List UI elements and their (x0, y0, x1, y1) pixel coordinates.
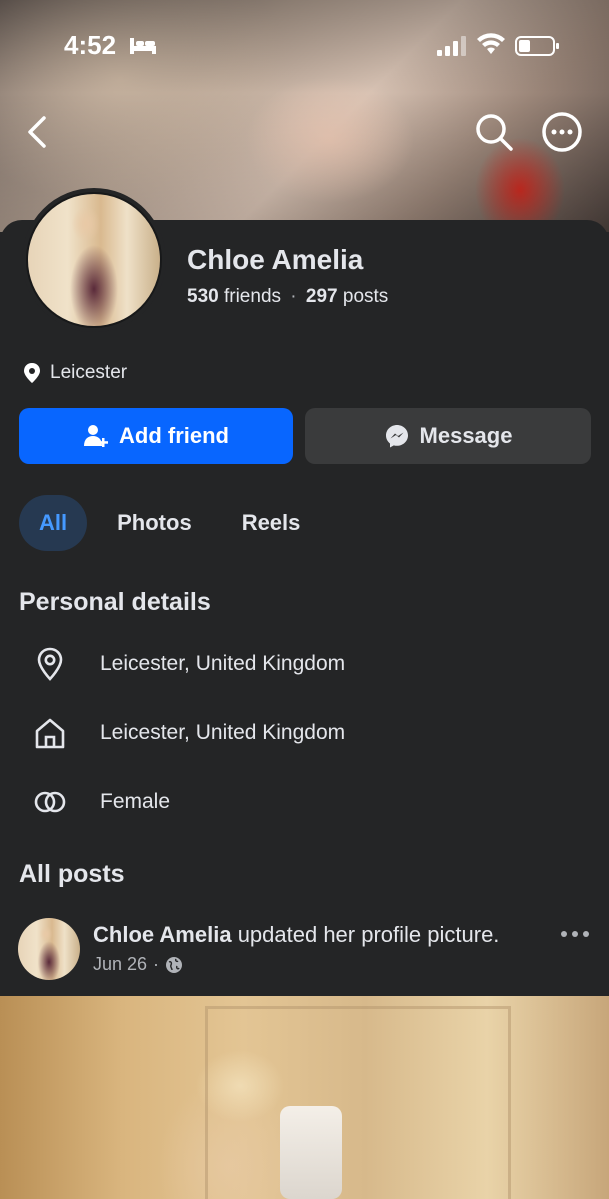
post-author-avatar[interactable] (18, 918, 80, 980)
avatar-image (28, 194, 160, 326)
location-pin-icon (24, 363, 40, 383)
post-photo[interactable] (0, 996, 609, 1199)
search-icon (476, 114, 513, 151)
post-header: Chloe Amelia updated her profile picture… (18, 918, 593, 982)
add-friend-icon (84, 425, 108, 447)
status-time: 4:52 (64, 30, 117, 60)
add-friend-button[interactable]: Add friend (19, 408, 293, 464)
stats-separator: · (290, 286, 297, 307)
battery-icon (515, 36, 559, 56)
profile-name: Chloe Amelia (187, 244, 364, 275)
wifi-icon (477, 33, 505, 54)
hometown-text: Leicester, United Kingdom (100, 721, 346, 744)
cellular-signal-icon (437, 36, 466, 56)
search-button[interactable] (472, 110, 516, 154)
back-button[interactable] (18, 110, 58, 154)
sleep-focus-icon (130, 38, 156, 54)
tab-all[interactable]: All (19, 495, 88, 551)
posts-count: 297 (305, 286, 338, 307)
more-horizontal-icon (542, 112, 582, 152)
location-text: Leicester (50, 362, 128, 383)
posts-label: posts (342, 286, 389, 307)
profile-location: Leicester (22, 362, 127, 384)
add-friend-label: Add friend (119, 423, 229, 448)
profile-picture[interactable] (22, 188, 166, 332)
friends-label[interactable]: friends (224, 286, 281, 307)
detail-current-city: Leicester, United Kingdom (30, 644, 345, 684)
tab-reels[interactable]: Reels (222, 495, 321, 551)
status-bar: 4:52 (0, 28, 609, 68)
home-icon (30, 713, 70, 753)
detail-hometown: Leicester, United Kingdom (30, 713, 345, 753)
all-posts-title: All posts (19, 860, 125, 888)
post-author-name[interactable]: Chloe Amelia (93, 922, 232, 947)
profile-panel: Chloe Amelia 530 friends · 297 posts Lei… (0, 188, 609, 996)
post-date[interactable]: Jun 26 (93, 954, 147, 975)
messenger-icon (385, 425, 408, 448)
location-pin-icon (30, 644, 70, 684)
post-meta-separator: · (153, 954, 160, 974)
post-action-text: updated her profile picture. (237, 922, 500, 947)
current-city-text: Leicester, United Kingdom (100, 652, 346, 675)
post-more-icon[interactable] (557, 922, 593, 946)
detail-gender: Female (30, 782, 170, 822)
personal-details-title: Personal details (19, 588, 211, 616)
message-label: Message (419, 423, 513, 448)
globe-icon (166, 956, 183, 973)
profile-tabs: All Photos Reels (19, 494, 330, 552)
tab-photos[interactable]: Photos (97, 495, 212, 551)
more-options-button[interactable] (540, 110, 584, 154)
message-button[interactable]: Message (305, 408, 591, 464)
gender-rings-icon (30, 782, 70, 822)
gender-text: Female (100, 790, 171, 813)
post-meta: Jun 26 · (93, 954, 183, 975)
profile-stats: 530 friends · 297 posts (187, 286, 388, 308)
post-headline: Chloe Amelia updated her profile picture… (93, 922, 499, 948)
friends-count[interactable]: 530 (187, 286, 219, 307)
chevron-left-icon (28, 116, 46, 148)
